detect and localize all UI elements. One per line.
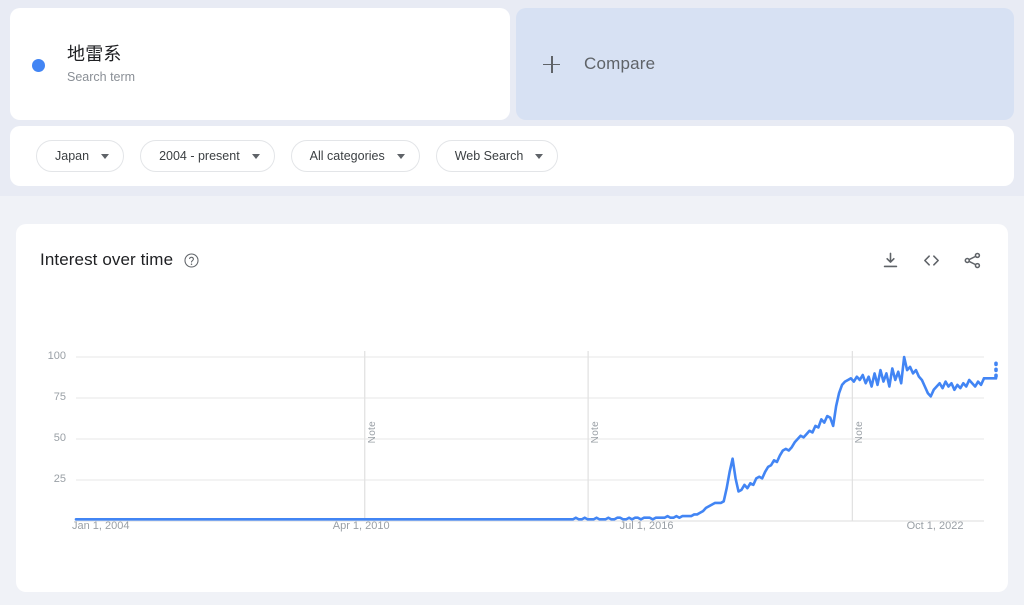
google-trends-page: 地雷系 Search term Compare Japan 2004 - pre…: [0, 0, 1024, 605]
x-axis-tick-label: Jan 1, 2004: [72, 520, 130, 532]
chart-note-marker[interactable]: Note: [367, 421, 378, 443]
chart-note-marker[interactable]: Note: [854, 421, 865, 443]
chevron-down-icon: [396, 153, 405, 159]
filter-location-label: Japan: [55, 149, 90, 163]
filter-time-range[interactable]: 2004 - present: [140, 140, 275, 172]
x-axis-tick-label: Jul 1, 2016: [619, 520, 674, 532]
chart-note-marker[interactable]: Note: [590, 421, 601, 443]
search-term-card[interactable]: 地雷系 Search term: [10, 8, 510, 120]
filter-location[interactable]: Japan: [36, 140, 125, 172]
y-axis-tick-label: 50: [53, 432, 66, 444]
filter-time-range-label: 2004 - present: [159, 149, 240, 163]
filter-category[interactable]: All categories: [290, 140, 420, 172]
chart-plot-area: 25 50 75 100 Note Note Note Jan 1, 2004 Apr 1, 2…: [16, 224, 1008, 592]
y-axis-tick-label: 75: [53, 391, 66, 403]
y-axis-tick-label: 100: [47, 350, 66, 362]
x-axis-tick-label: Oct 1, 2022: [906, 520, 964, 532]
compare-button[interactable]: Compare: [516, 8, 1014, 120]
filter-category-label: All categories: [309, 149, 385, 163]
search-terms-row: 地雷系 Search term Compare: [10, 8, 1014, 120]
search-term-title: 地雷系: [67, 43, 122, 64]
search-term-subtitle: Search term: [67, 70, 136, 85]
y-axis-tick-label: 25: [53, 473, 66, 485]
interest-over-time-chart[interactable]: [16, 224, 1008, 592]
filter-bar: Japan 2004 - present All categories Web …: [10, 126, 1014, 186]
chevron-down-icon: [101, 153, 110, 159]
plus-icon: [543, 55, 560, 73]
x-axis-tick-label: Apr 1, 2010: [332, 520, 390, 532]
search-term-text: 地雷系 Search term: [67, 43, 135, 86]
interest-over-time-card: Interest over time 25 50 75 100 Note Not…: [16, 224, 1008, 592]
compare-label: Compare: [584, 54, 656, 73]
chevron-down-icon: [535, 153, 544, 159]
chevron-down-icon: [251, 153, 260, 159]
series-color-dot: [32, 58, 45, 72]
filter-search-type[interactable]: Web Search: [435, 140, 559, 172]
filter-search-type-label: Web Search: [454, 149, 524, 163]
